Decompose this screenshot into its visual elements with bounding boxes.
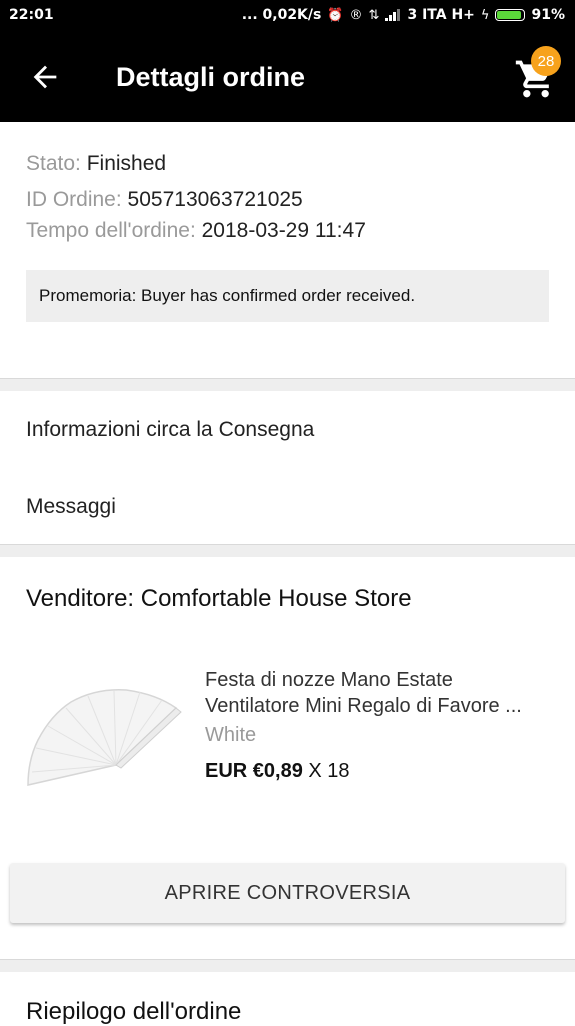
product-title[interactable]: Festa di nozze Mano Estate Ventilatore M… xyxy=(205,667,555,719)
signal-icon xyxy=(385,9,401,21)
delivery-info-link[interactable]: Informazioni circa la Consegna xyxy=(26,418,314,442)
order-time-value: 2018-03-29 11:47 xyxy=(201,219,366,242)
order-status-value: Finished xyxy=(86,152,167,175)
cart-count-badge: 28 xyxy=(531,46,561,76)
product-variant: White xyxy=(205,724,257,746)
app-bar: Dettagli ordine 28 xyxy=(0,32,575,122)
order-time-label: Tempo dell'ordine: xyxy=(26,219,196,242)
alarm-icon: ⏰ xyxy=(327,7,344,23)
product-title-line-1: Festa di nozze Mano Estate xyxy=(205,669,453,691)
order-status: Stato: Finished xyxy=(26,152,166,176)
status-bar: 22:01 ... 0,02K/s ⏰ ® ⇅ 3 ITA H+ ϟ 91% xyxy=(0,0,575,32)
order-summary-title: Riepilogo dell'ordine xyxy=(26,998,242,1025)
product-quantity: X 18 xyxy=(308,760,350,782)
open-dispute-button[interactable]: APRIRE CONTROVERSIA xyxy=(10,863,565,923)
arrow-left-icon xyxy=(33,65,57,89)
order-id: ID Ordine: 505713063721025 xyxy=(26,188,303,212)
section-divider xyxy=(0,378,575,391)
data-arrows-icon: ⇅ xyxy=(368,7,380,23)
product-image[interactable] xyxy=(26,680,186,800)
order-id-label: ID Ordine: xyxy=(26,188,122,211)
messages-link[interactable]: Messaggi xyxy=(26,495,116,519)
product-price-line: EUR €0,89 X 18 xyxy=(205,760,350,783)
order-id-value: 505713063721025 xyxy=(127,188,303,211)
product-price: EUR €0,89 xyxy=(205,760,303,782)
back-button[interactable] xyxy=(28,60,62,94)
page-title: Dettagli ordine xyxy=(116,62,306,92)
charging-icon: ϟ xyxy=(480,7,490,23)
battery-icon xyxy=(495,9,526,21)
carrier-label: 3 ITA H+ xyxy=(407,7,475,23)
battery-percent: 91% xyxy=(531,7,565,23)
product-title-line-2: Ventilatore Mini Regalo di Favore ... xyxy=(205,695,522,717)
registered-icon: ® xyxy=(349,7,363,23)
hand-fan-image xyxy=(27,689,182,786)
status-time: 22:01 xyxy=(9,7,54,23)
status-indicators: ... 0,02K/s ⏰ ® ⇅ 3 ITA H+ ϟ 91% xyxy=(242,7,565,23)
section-divider xyxy=(0,544,575,557)
order-status-label: Stato: xyxy=(26,152,81,175)
seller-name[interactable]: Venditore: Comfortable House Store xyxy=(26,585,412,613)
order-time: Tempo dell'ordine: 2018-03-29 11:47 xyxy=(26,219,366,243)
net-speed: ... 0,02K/s xyxy=(241,7,322,23)
order-memo: Promemoria: Buyer has confirmed order re… xyxy=(26,270,549,322)
section-divider xyxy=(0,959,575,972)
